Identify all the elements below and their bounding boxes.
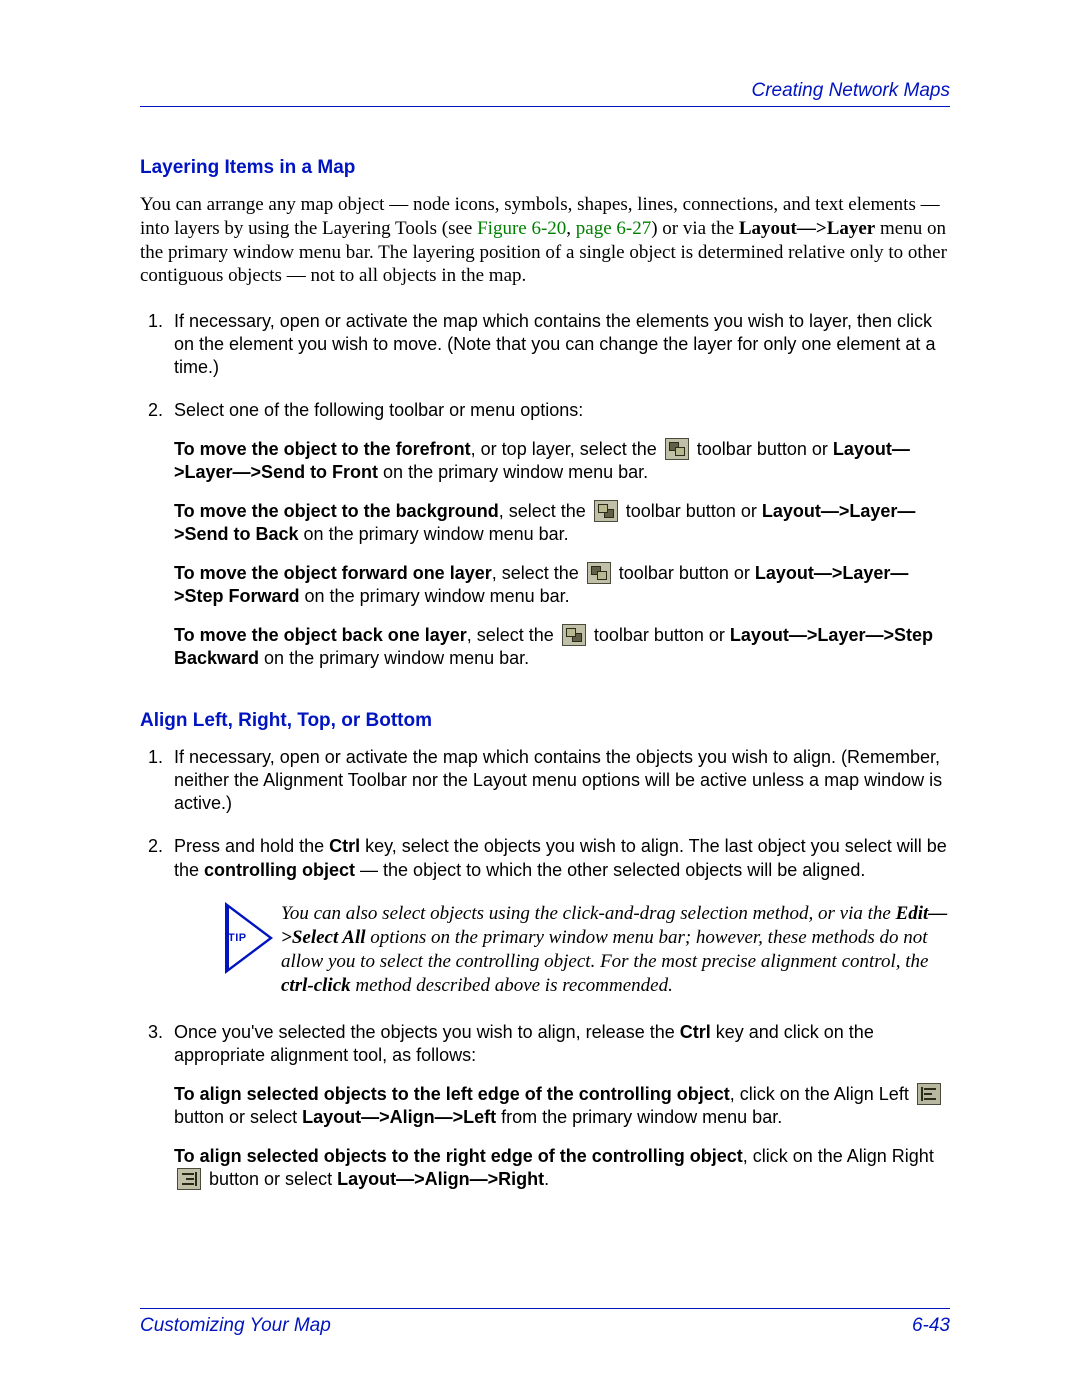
text: button or select bbox=[174, 1107, 302, 1127]
heading-layering: Layering Items in a Map bbox=[140, 157, 950, 179]
page-footer: Customizing Your Map 6-43 bbox=[140, 1300, 950, 1337]
text: on the primary window menu bar. bbox=[299, 524, 569, 544]
step: Once you've selected the objects you wis… bbox=[168, 1021, 950, 1191]
text: options on the primary window menu bar; … bbox=[281, 927, 928, 972]
align-steps-a: If necessary, open or activate the map w… bbox=[140, 746, 950, 881]
text: , or top layer, select the bbox=[471, 439, 662, 459]
align-right-icon[interactable] bbox=[177, 1168, 201, 1190]
menu-path: Layout—>Layer bbox=[739, 218, 875, 239]
text: on the primary window menu bar. bbox=[259, 648, 529, 668]
term-ctrl-click: ctrl-click bbox=[281, 975, 351, 996]
key-ctrl: Ctrl bbox=[329, 836, 360, 856]
text-bold: To move the object to the background bbox=[174, 501, 499, 521]
option-align-right: To align selected objects to the right e… bbox=[174, 1145, 950, 1191]
layering-steps: If necessary, open or activate the map w… bbox=[140, 310, 950, 670]
text: You can also select objects using the cl… bbox=[281, 903, 896, 924]
option-align-left: To align selected objects to the left ed… bbox=[174, 1083, 950, 1129]
text: on the primary window menu bar. bbox=[300, 586, 570, 606]
footer-rule bbox=[140, 1308, 950, 1309]
text: Select one of the following toolbar or m… bbox=[174, 400, 583, 420]
text-bold: To move the object to the forefront bbox=[174, 439, 471, 459]
heading-align: Align Left, Right, Top, or Bottom bbox=[140, 710, 950, 732]
step-backward-icon[interactable] bbox=[562, 624, 586, 646]
text: on the primary window menu bar. bbox=[378, 462, 648, 482]
align-left-icon[interactable] bbox=[917, 1083, 941, 1105]
text: Once you've selected the objects you wis… bbox=[174, 1022, 680, 1042]
align-steps-b: Once you've selected the objects you wis… bbox=[140, 1021, 950, 1191]
text: , select the bbox=[467, 625, 559, 645]
tip-icon: TIP bbox=[225, 902, 277, 978]
menu-path: Layout—>Align—>Left bbox=[302, 1107, 496, 1127]
text: method described above is recommended. bbox=[351, 975, 673, 996]
header-rule bbox=[140, 106, 950, 107]
text: toolbar button or bbox=[621, 501, 762, 521]
step-forward-icon[interactable] bbox=[587, 562, 611, 584]
text: , click on the Align Left bbox=[730, 1084, 914, 1104]
text: from the primary window menu bar. bbox=[496, 1107, 782, 1127]
text: , click on the Align Right bbox=[743, 1146, 934, 1166]
footer-chapter: Customizing Your Map bbox=[140, 1315, 331, 1337]
page-number: 6-43 bbox=[912, 1315, 950, 1337]
text: toolbar button or bbox=[614, 563, 755, 583]
option-step-forward: To move the object forward one layer, se… bbox=[174, 562, 950, 608]
term-controlling-object: controlling object bbox=[204, 860, 355, 880]
step: Select one of the following toolbar or m… bbox=[168, 399, 950, 670]
key-ctrl: Ctrl bbox=[680, 1022, 711, 1042]
text-bold: To align selected objects to the left ed… bbox=[174, 1084, 730, 1104]
text: , select the bbox=[499, 501, 591, 521]
text-bold: To align selected objects to the right e… bbox=[174, 1146, 743, 1166]
step: If necessary, open or activate the map w… bbox=[168, 746, 950, 815]
option-send-front: To move the object to the forefront, or … bbox=[174, 438, 950, 484]
text: Press and hold the bbox=[174, 836, 329, 856]
text: , select the bbox=[492, 563, 584, 583]
send-to-back-icon[interactable] bbox=[594, 500, 618, 522]
step: Press and hold the Ctrl key, select the … bbox=[168, 835, 950, 881]
tip-block: TIP You can also select objects using th… bbox=[225, 902, 950, 999]
option-step-backward: To move the object back one layer, selec… bbox=[174, 624, 950, 670]
text: . bbox=[544, 1169, 549, 1189]
text: , bbox=[566, 218, 576, 239]
tip-text: You can also select objects using the cl… bbox=[281, 902, 950, 999]
text: toolbar button or bbox=[589, 625, 730, 645]
text: button or select bbox=[204, 1169, 337, 1189]
header-section-title: Creating Network Maps bbox=[140, 80, 950, 102]
text-bold: To move the object back one layer bbox=[174, 625, 467, 645]
link-figure[interactable]: Figure 6-20 bbox=[477, 218, 566, 239]
text: ) or via the bbox=[651, 218, 739, 239]
step: If necessary, open or activate the map w… bbox=[168, 310, 950, 379]
text: — the object to which the other selected… bbox=[355, 860, 865, 880]
tip-label: TIP bbox=[228, 932, 247, 944]
link-page[interactable]: page 6-27 bbox=[576, 218, 651, 239]
menu-path: Layout—>Align—>Right bbox=[337, 1169, 544, 1189]
text: toolbar button or bbox=[692, 439, 833, 459]
option-send-back: To move the object to the background, se… bbox=[174, 500, 950, 546]
text-bold: To move the object forward one layer bbox=[174, 563, 492, 583]
send-to-front-icon[interactable] bbox=[665, 438, 689, 460]
layering-intro: You can arrange any map object — node ic… bbox=[140, 193, 950, 288]
